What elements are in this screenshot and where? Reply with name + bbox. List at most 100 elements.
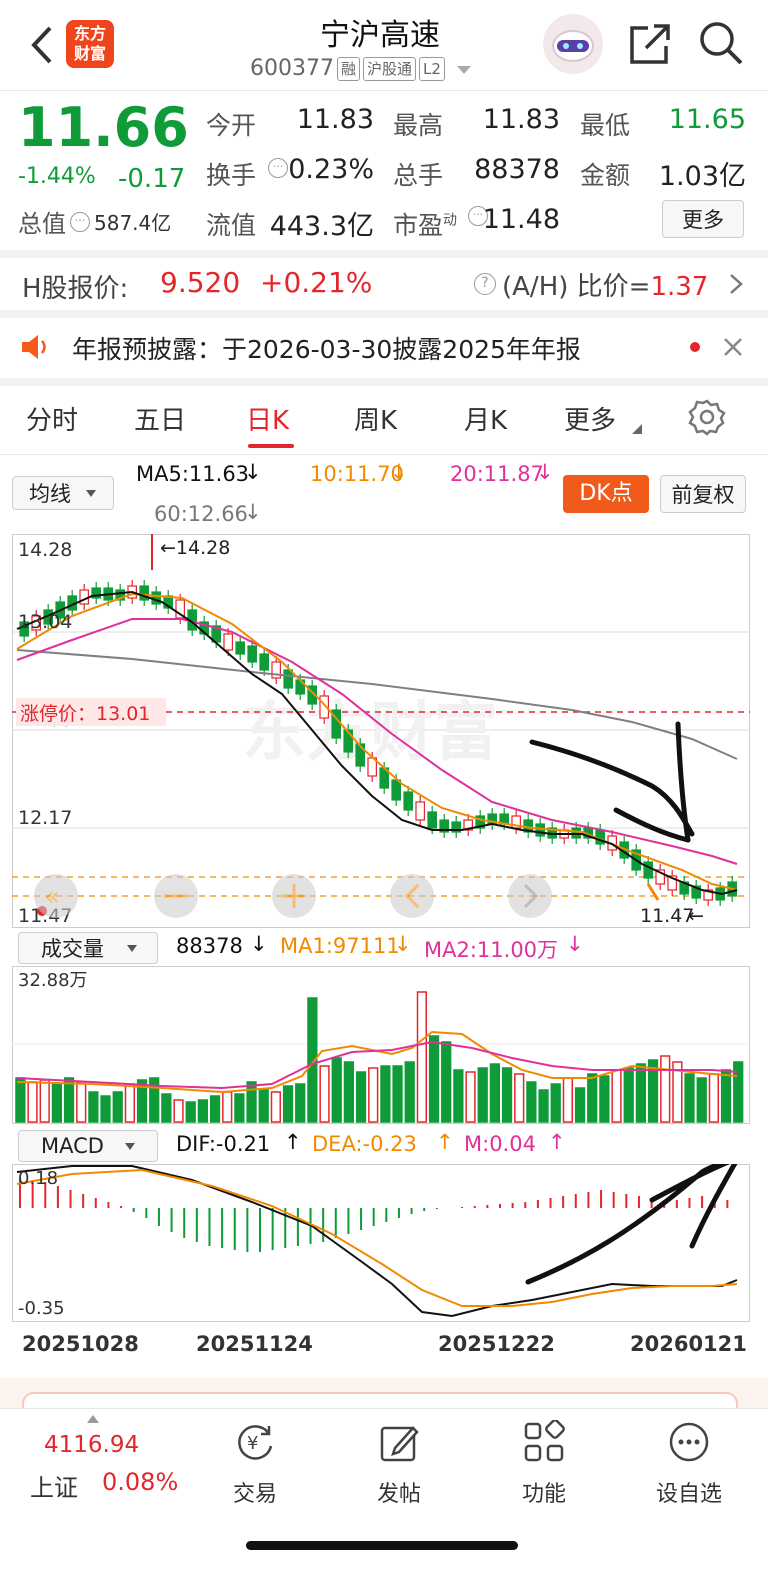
step-forward-button[interactable] — [508, 874, 552, 918]
volume-bar — [501, 1067, 513, 1123]
volume-arrow: ↓ — [250, 932, 268, 956]
volume-bar — [368, 1067, 379, 1123]
nav-trade[interactable]: ¥ 交易 — [190, 1420, 320, 1508]
svg-text:¥: ¥ — [247, 1433, 258, 1454]
volume-bar — [209, 1095, 221, 1123]
volume-bar — [124, 1083, 136, 1123]
date-tick: 20251222 — [438, 1332, 555, 1356]
change-amount: -0.17 — [118, 164, 186, 194]
macd-select[interactable]: MACD — [18, 1130, 158, 1162]
tab-monthly-k[interactable]: 月K — [464, 400, 507, 437]
candle-body — [223, 633, 233, 651]
candle-body — [235, 641, 245, 655]
min-arrow: ← — [688, 905, 704, 927]
macd-y-bottom: -0.35 — [18, 1298, 65, 1319]
ma20-value: 20:11.87 — [450, 462, 544, 486]
dropdown-icon[interactable] — [455, 62, 475, 76]
volume-ma2-arrow: ↓ — [566, 932, 584, 956]
hshare-price: 9.520 — [160, 266, 241, 299]
macd-dif-arrow: ↑ — [284, 1130, 302, 1154]
search-button[interactable] — [696, 18, 746, 68]
volume-bar — [441, 1041, 452, 1123]
step-back-button[interactable] — [390, 874, 434, 918]
volume-bar — [161, 1093, 172, 1123]
turnover-value: 0.23% — [288, 154, 374, 185]
volume-bar — [246, 1081, 257, 1123]
high-label: 最高 — [393, 111, 444, 140]
volume-bar — [696, 1077, 707, 1123]
macd-dea: DEA:-0.23 — [312, 1132, 417, 1156]
adjust-button[interactable]: 前复权 — [660, 475, 746, 513]
up-triangle-icon — [87, 1415, 99, 1423]
index-value[interactable]: 4116.94 — [44, 1432, 139, 1458]
index-change[interactable]: 0.08% — [102, 1468, 178, 1496]
nav-functions-label: 功能 — [521, 1482, 566, 1507]
volume-bar — [100, 1095, 111, 1123]
volume-bar — [684, 1073, 695, 1123]
notice-text[interactable]: 年报预披露：于2026-03-30披露2025年年报 — [72, 330, 581, 366]
volume-bar — [331, 1057, 342, 1123]
help-icon[interactable]: ? — [474, 273, 496, 295]
ma5-value: MA5:11.63 — [136, 462, 250, 486]
kline-chart[interactable]: 东方财富 ←14.28 14.28 13.04 12.88 12.17 11.4… — [12, 534, 750, 928]
volume-bar — [562, 1077, 574, 1123]
back-button[interactable] — [22, 22, 62, 68]
hshare-label: H股报价: — [22, 274, 129, 304]
trade-icon: ¥ — [238, 1425, 273, 1460]
robot-avatar-icon[interactable] — [543, 14, 603, 74]
nav-post[interactable]: 发帖 — [334, 1420, 464, 1508]
total-value-row: 总值 ··· 587.4亿 — [18, 204, 171, 239]
tab-more[interactable]: 更多 — [564, 400, 616, 437]
ah-ratio[interactable]: (A/H) 比价=1.37 — [502, 266, 708, 303]
tab-weekly-k[interactable]: 周K — [354, 400, 397, 437]
more-button[interactable]: 更多 — [662, 200, 744, 238]
chevron-right-icon[interactable] — [728, 272, 744, 296]
tab-five-day[interactable]: 五日 — [134, 400, 186, 437]
volume-select[interactable]: 成交量 — [18, 932, 158, 964]
dk-point-label: DK点 — [579, 481, 633, 506]
stock-code: 600377 — [250, 56, 334, 81]
current-price: 11.66 — [18, 96, 189, 159]
indicator-select[interactable]: 均线 — [12, 476, 114, 510]
gear-icon[interactable] — [688, 398, 726, 436]
tab-intraday[interactable]: 分时 — [26, 400, 78, 437]
macd-chart[interactable]: 0.18 -0.35 — [12, 1164, 750, 1322]
logo-line2: 财富 — [73, 44, 106, 63]
index-name[interactable]: 上证 — [30, 1468, 78, 1503]
volume-bar — [574, 1087, 586, 1123]
volume-bar — [611, 1069, 622, 1123]
volume-bar — [185, 1101, 196, 1123]
volume-bar — [63, 1077, 75, 1123]
nav-functions[interactable]: 功能 — [479, 1419, 609, 1508]
macd-y-top: 0.18 — [18, 1168, 58, 1189]
kline-y-2: 13.04 — [18, 611, 72, 633]
dk-point-button[interactable]: DK点 — [563, 475, 649, 513]
date-tick: 20251124 — [196, 1332, 313, 1356]
volume-bar — [27, 1081, 38, 1123]
total-value-label: 总值 — [18, 210, 66, 238]
stock-name: 宁沪高速 — [320, 18, 440, 53]
volume-bar — [623, 1067, 634, 1123]
ah-ratio-label: (A/H) 比价= — [502, 272, 651, 302]
macd-m: M:0.04 — [464, 1132, 536, 1156]
volume-bar — [270, 1091, 282, 1123]
volume-chart[interactable]: 32.88万 — [12, 966, 750, 1124]
share-button[interactable] — [626, 20, 674, 68]
volume-bar — [173, 1099, 184, 1123]
nav-add-watchlist[interactable]: 设自选 — [624, 1420, 754, 1508]
tag-connect: 沪股通 — [363, 56, 417, 81]
volume-bar — [51, 1083, 63, 1123]
candle-body — [427, 811, 437, 829]
volume-value: 88378 — [474, 154, 560, 185]
corner-triangle-icon — [632, 424, 642, 434]
close-icon[interactable] — [722, 336, 744, 358]
volume-bar — [197, 1099, 209, 1123]
volume-bar — [465, 1071, 476, 1123]
kline-y-4: 12.17 — [18, 807, 72, 829]
info-icon[interactable]: ··· — [70, 211, 90, 232]
tab-daily-k[interactable]: 日K — [246, 400, 289, 437]
notice-dot — [690, 342, 700, 352]
volume-bar — [222, 1091, 233, 1123]
candle-body — [247, 645, 257, 663]
volume-bar — [258, 1089, 269, 1123]
